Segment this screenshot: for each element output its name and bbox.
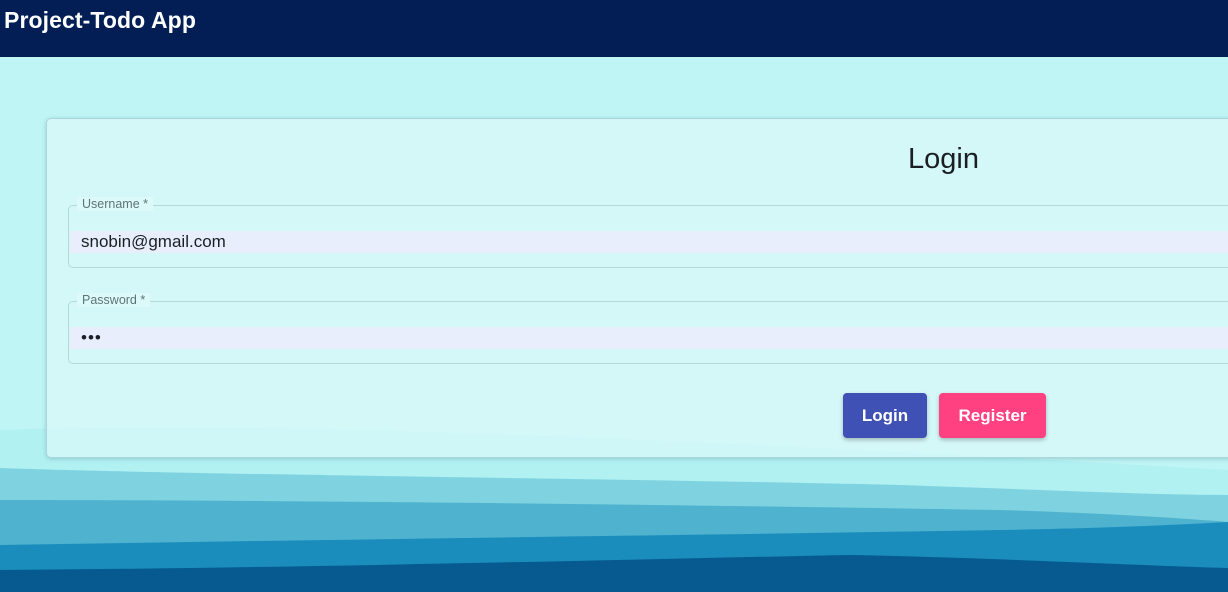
password-field: Password * xyxy=(68,293,1228,364)
login-button[interactable]: Login xyxy=(843,393,927,438)
username-input[interactable] xyxy=(70,231,1228,253)
login-heading: Login xyxy=(908,143,979,175)
login-card: Login Username * Password * Login Regist… xyxy=(46,118,1228,458)
register-button[interactable]: Register xyxy=(939,393,1046,438)
app-bar: Project-Todo App xyxy=(0,0,1228,57)
password-input[interactable] xyxy=(70,327,1228,349)
username-label: Username * xyxy=(77,197,153,211)
app-title: Project-Todo App xyxy=(4,7,196,33)
username-field: Username * xyxy=(68,197,1228,268)
password-label: Password * xyxy=(77,293,151,307)
